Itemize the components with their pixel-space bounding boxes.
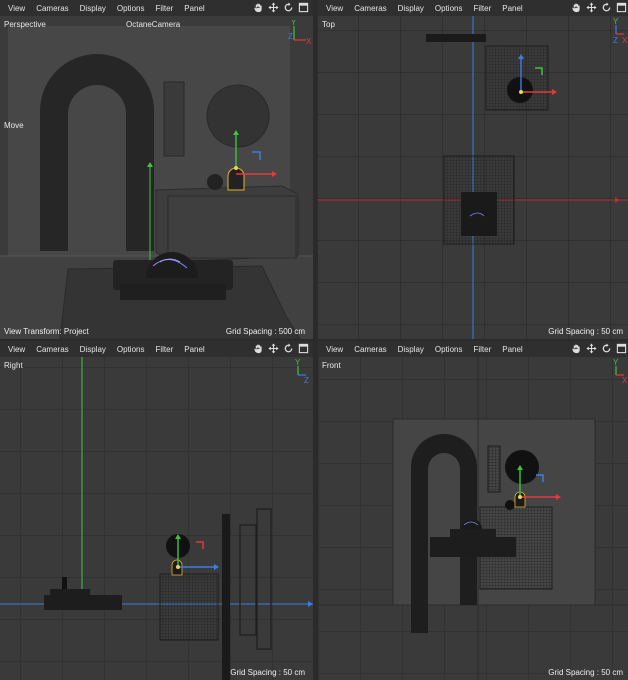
viewport-canvas[interactable] <box>0 357 313 680</box>
hand-pan-icon[interactable] <box>571 2 582 13</box>
viewport-menubar: View Cameras Display Options Filter Pane… <box>318 0 628 16</box>
menu-filter[interactable]: Filter <box>155 4 173 13</box>
menu-options[interactable]: Options <box>435 4 463 13</box>
rotate-icon[interactable] <box>283 343 294 354</box>
menu-cameras[interactable]: Cameras <box>36 345 68 354</box>
menu-panel[interactable]: Panel <box>184 4 204 13</box>
menu-filter[interactable]: Filter <box>473 4 491 13</box>
axis-triad-icon: Y X <box>613 359 628 385</box>
menu-options[interactable]: Options <box>117 345 145 354</box>
hand-pan-icon[interactable] <box>571 343 582 354</box>
move-arrows-icon[interactable] <box>268 343 279 354</box>
camera-name[interactable]: OctaneCamera <box>126 20 180 29</box>
axis-triad-icon: Y Z <box>295 359 309 385</box>
axis-y-letter: Y <box>295 359 301 367</box>
viewport-canvas[interactable] <box>0 16 313 339</box>
viewport-label: Top <box>322 20 335 29</box>
menu-filter[interactable]: Filter <box>473 345 491 354</box>
menu-panel[interactable]: Panel <box>502 4 522 13</box>
axis-triad-icon: Y Z X <box>613 18 628 44</box>
grid-spacing: Grid Spacing : 50 cm <box>548 668 623 677</box>
axis-y-letter: Y <box>613 18 619 26</box>
maximize-icon[interactable] <box>616 343 627 354</box>
axis-x-letter: X <box>622 376 628 385</box>
front-scene <box>318 357 628 680</box>
viewport-menubar: View Cameras Display Options Filter Pane… <box>0 341 313 357</box>
grid-spacing: Grid Spacing : 50 cm <box>548 327 623 336</box>
move-arrows-icon[interactable] <box>268 2 279 13</box>
menu-display[interactable]: Display <box>80 4 106 13</box>
rotate-icon[interactable] <box>601 2 612 13</box>
menu-view[interactable]: View <box>326 345 343 354</box>
maximize-icon[interactable] <box>298 343 309 354</box>
hand-pan-icon[interactable] <box>253 2 264 13</box>
menu-filter[interactable]: Filter <box>155 345 173 354</box>
axis-triad-icon: Y Z X <box>288 20 312 46</box>
move-arrows-icon[interactable] <box>586 343 597 354</box>
viewport-front[interactable]: View Cameras Display Options Filter Pane… <box>318 341 628 680</box>
move-arrows-icon[interactable] <box>586 2 597 13</box>
axis-x-letter: X <box>306 37 312 46</box>
right-scene <box>0 357 313 680</box>
viewport-label: Perspective <box>4 20 46 29</box>
menu-cameras[interactable]: Cameras <box>354 4 386 13</box>
menu-panel[interactable]: Panel <box>184 345 204 354</box>
axis-z-letter: Z <box>304 376 309 385</box>
menu-view[interactable]: View <box>326 4 343 13</box>
axis-x-letter: X <box>622 36 628 44</box>
menu-display[interactable]: Display <box>398 345 424 354</box>
menu-options[interactable]: Options <box>117 4 145 13</box>
menu-display[interactable]: Display <box>398 4 424 13</box>
rotate-icon[interactable] <box>601 343 612 354</box>
menu-panel[interactable]: Panel <box>502 345 522 354</box>
tool-label: Move <box>4 121 24 130</box>
grid-spacing: Grid Spacing : 500 cm <box>225 327 305 336</box>
viewport-menubar: View Cameras Display Options Filter Pane… <box>318 341 628 357</box>
top-scene <box>318 16 628 339</box>
rotate-icon[interactable] <box>283 2 294 13</box>
viewport-right[interactable]: View Cameras Display Options Filter Pane… <box>0 341 313 680</box>
axis-z-letter: Z <box>613 36 618 44</box>
viewport-menubar: View Cameras Display Options Filter Pane… <box>0 0 313 16</box>
viewport-label: Right <box>4 361 23 370</box>
viewport-canvas[interactable] <box>318 16 628 339</box>
viewport-label: Front <box>322 361 341 370</box>
view-transform: View Transform: Project <box>4 327 89 336</box>
menu-display[interactable]: Display <box>80 345 106 354</box>
menu-view[interactable]: View <box>8 345 25 354</box>
menu-options[interactable]: Options <box>435 345 463 354</box>
axis-y-letter: Y <box>291 20 297 27</box>
menu-cameras[interactable]: Cameras <box>354 345 386 354</box>
viewport-top[interactable]: View Cameras Display Options Filter Pane… <box>318 0 628 339</box>
axis-y-letter: Y <box>613 359 619 367</box>
menu-view[interactable]: View <box>8 4 25 13</box>
hand-pan-icon[interactable] <box>253 343 264 354</box>
viewport-perspective[interactable]: View Cameras Display Options Filter Pane… <box>0 0 313 339</box>
axis-z-letter: Z <box>288 32 293 41</box>
maximize-icon[interactable] <box>616 2 627 13</box>
grid-spacing: Grid Spacing : 50 cm <box>230 668 305 677</box>
viewport-canvas[interactable] <box>318 357 628 680</box>
maximize-icon[interactable] <box>298 2 309 13</box>
perspective-scene <box>0 16 313 339</box>
menu-cameras[interactable]: Cameras <box>36 4 68 13</box>
